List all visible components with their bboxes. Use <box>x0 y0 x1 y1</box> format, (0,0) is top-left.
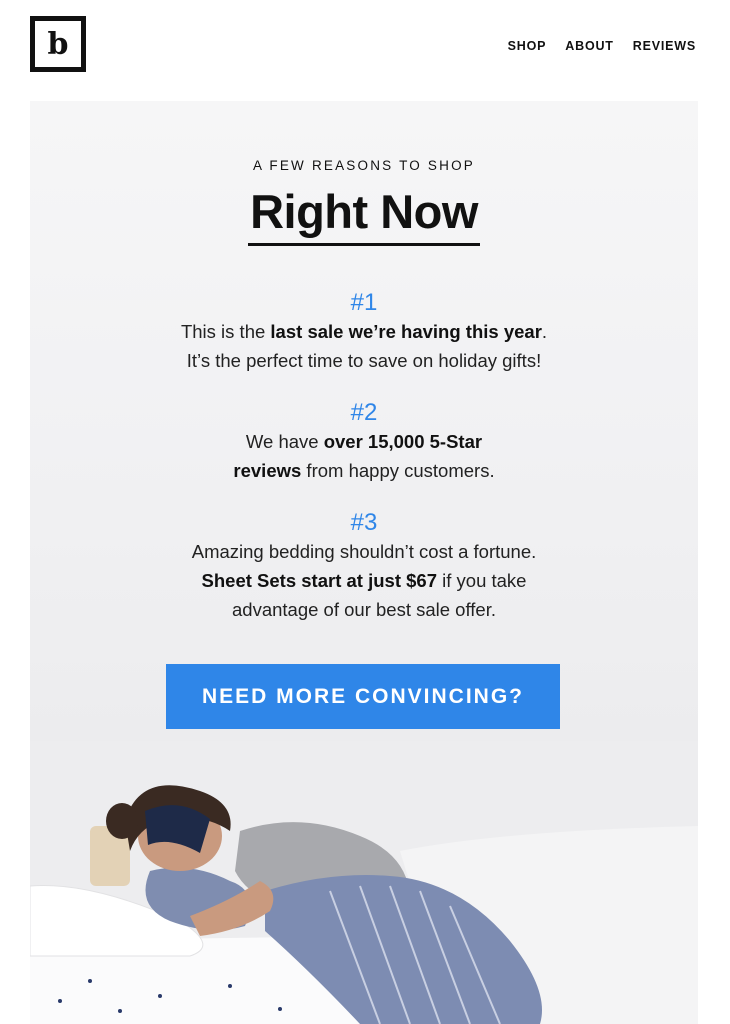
hero-eyebrow: A FEW REASONS TO SHOP <box>253 158 475 173</box>
reason-text-line: This is the last sale we’re having this … <box>180 321 548 342</box>
brand-logo[interactable]: b <box>30 16 86 72</box>
reason-number: #3 <box>350 509 378 536</box>
reason-text-line: advantage of our best sale offer. <box>232 599 496 620</box>
need-more-convincing-button[interactable]: NEED MORE CONVINCING? <box>166 664 560 729</box>
reason-number: #2 <box>350 399 378 426</box>
nav-about-link[interactable]: ABOUT <box>565 39 613 53</box>
main-nav: SHOP ABOUT REVIEWS <box>508 39 696 53</box>
hero-headline: Right Now <box>248 185 480 247</box>
nav-shop-link[interactable]: SHOP <box>508 39 547 53</box>
hero-banner: A FEW REASONS TO SHOP Right Now #1 This … <box>30 101 698 1024</box>
reason-1: #1 This is the last sale we’re having th… <box>30 289 698 375</box>
reason-3: #3 Amazing bedding shouldn’t cost a fort… <box>30 509 698 624</box>
reason-text-line: It’s the perfect time to save on holiday… <box>186 350 542 371</box>
nav-reviews-link[interactable]: REVIEWS <box>633 39 696 53</box>
reason-text-line: reviews from happy customers. <box>233 460 495 481</box>
reason-text-line: Sheet Sets start at just $67 if you take <box>201 570 527 591</box>
reason-text-line: We have over 15,000 5-Star <box>245 431 483 452</box>
reason-number: #1 <box>350 289 378 316</box>
reason-2: #2 We have over 15,000 5-Star reviews fr… <box>30 399 698 485</box>
hero-photo-bedding <box>30 741 698 1024</box>
reason-text-line: Amazing bedding shouldn’t cost a fortune… <box>191 541 537 562</box>
site-header: b SHOP ABOUT REVIEWS <box>0 0 730 100</box>
